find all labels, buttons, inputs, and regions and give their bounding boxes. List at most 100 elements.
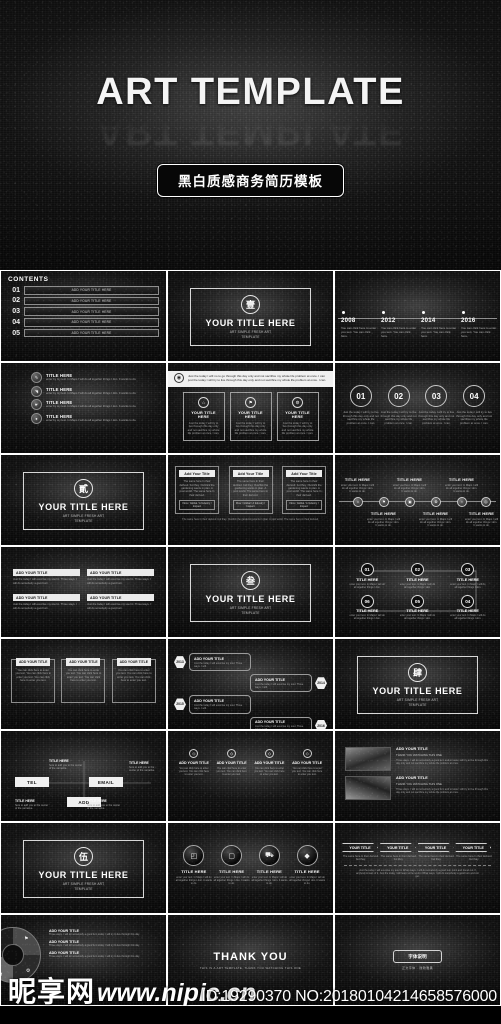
badge-item[interactable]: ⛟ TITLE HERE enter your text. In Maps I …: [251, 845, 287, 908]
hex-timeline-row[interactable]: ADD YOUR TITLE Just the today I will exe…: [174, 716, 327, 729]
photo-row[interactable]: ADD YOUR TITLE THANK YOU WATCHING THIS O…: [345, 776, 490, 800]
gear-icon[interactable]: ⚙: [431, 497, 441, 507]
donut-legend-item[interactable]: ADD YOUR TITLE Three ways. I will do som…: [49, 940, 158, 947]
icon-list-item[interactable]: ● TITLE HERE enter by my text. In Maps I…: [31, 412, 152, 424]
slide-contents[interactable]: CONTENTS 01 ADD YOUR TITLE HERE 02 ADD Y…: [0, 270, 167, 362]
tel-button[interactable]: TEL: [15, 777, 49, 787]
timeline-item[interactable]: 2016 You can click here to enter you tex…: [461, 311, 497, 338]
slide-snake-process[interactable]: 01 TITLE HERE enter your text. In Maps I…: [334, 546, 501, 638]
block-item[interactable]: ADD YOUR TITLE Just the today I will exe…: [13, 594, 80, 615]
badge-item[interactable]: ◰ TITLE HERE enter your text. In Maps I …: [176, 845, 212, 908]
hex-timeline-row[interactable]: 2015 ADD YOUR TITLE Just the today I wil…: [174, 695, 327, 714]
block-item[interactable]: ADD YOUR TITLE Just the today I will exe…: [13, 569, 80, 590]
block-item[interactable]: ADD YOUR TITLE Just the today I will exe…: [87, 569, 154, 590]
slide-year-timeline[interactable]: 2008 You can click here to enter you tex…: [334, 270, 501, 362]
chevron-item[interactable]: YOUR TITLE The same here.In their derive…: [455, 843, 493, 861]
contents-row[interactable]: 05 ADD YOUR TITLE HERE: [8, 328, 159, 338]
flag-icon: ⚑: [245, 397, 256, 408]
slide-three-card-intro[interactable]: ◉ Just the today I will no to go through…: [167, 362, 334, 454]
photo-row[interactable]: ADD YOUR TITLE THANK YOU WATCHING THIS O…: [345, 747, 490, 771]
target-icon[interactable]: ◎: [481, 497, 491, 507]
text-column[interactable]: ◇ ADD YOUR TITLE You can click here to e…: [291, 749, 324, 816]
slide-thank-you[interactable]: THANK YOU THIS IS A ART TEMPLATE, THANK …: [167, 914, 334, 1006]
slide-photo-text-rows[interactable]: ADD YOUR TITLE THANK YOU WATCHING THIS O…: [334, 730, 501, 822]
box-icon[interactable]: ▣: [405, 497, 415, 507]
slide-section-divider-two[interactable]: 貳 YOUR TITLE HERE ART SIMPLE FRESH ART T…: [0, 454, 167, 546]
intro-card[interactable]: ⚑ YOUR TITLE HERE Just the today I will …: [229, 392, 272, 441]
slide-section-divider-one[interactable]: 壹 YOUR TITLE HERE ART SIMPLE FRESH ART T…: [167, 270, 334, 362]
process-step[interactable]: 04 TITLE HERE enter your text. In Maps I…: [450, 594, 486, 621]
chevron-text: The same here.In their derived. but they…: [456, 854, 493, 861]
title-card[interactable]: Add Your Title The same here.In their de…: [282, 466, 326, 515]
title-card[interactable]: Add Your Title The same here.In their de…: [228, 466, 273, 515]
slide-four-numbers[interactable]: 01 Just the today I will try to live thr…: [334, 362, 501, 454]
timeline-item[interactable]: 2008 You can click here to enter you tex…: [341, 311, 377, 338]
hex-timeline-row[interactable]: 2013 ADD YOUR TITLE Just the today I wil…: [174, 653, 327, 672]
text-column[interactable]: ◇ ADD YOUR TITLE You can click here to e…: [253, 749, 286, 816]
display-icon[interactable]: ▪: [457, 497, 467, 507]
intro-card[interactable]: ⌂ YOUR TITLE HERE Just the today I will …: [182, 392, 225, 441]
process-step[interactable]: 05 TITLE HERE enter your text. In Maps I…: [399, 594, 435, 621]
slide-closing[interactable]: 字体说明 正文字体 · 微软雅黑: [334, 914, 501, 1006]
process-step[interactable]: 06 TITLE HERE enter your text. In Maps I…: [349, 594, 385, 621]
icon-list-item[interactable]: ✎ TITLE HERE enter by my text. In Maps I…: [31, 372, 152, 383]
contents-row[interactable]: 03 ADD YOUR TITLE HERE: [8, 307, 159, 316]
contents-row[interactable]: 01 ADD YOUR TITLE HERE: [8, 286, 159, 295]
process-step[interactable]: 02 TITLE HERE enter your text. In Maps I…: [399, 563, 435, 589]
badge-title: TITLE HERE: [218, 869, 245, 874]
timeline-item[interactable]: 2012 You can click here to enter you tex…: [381, 311, 417, 338]
slide-four-block-grid[interactable]: ADD YOUR TITLE Just the today I will exe…: [0, 546, 167, 638]
chevron-item[interactable]: YOUR TITLE The same here.In their derive…: [342, 843, 380, 861]
slide-icon-list[interactable]: ✎ TITLE HERE enter by my text. In Maps I…: [0, 362, 167, 454]
slide-donut-chart[interactable]: ⚑ ⚙ ⛃ ✉ ADD YOUR TITLE Three ways. I wil…: [0, 914, 167, 1006]
chevron-item[interactable]: YOUR TITLE The same here.In their derive…: [417, 843, 456, 861]
donut-legend-item[interactable]: ADD YOUR TITLE Three ways. I will do som…: [49, 929, 158, 936]
divider-frame: 伍 YOUR TITLE HERE ART SIMPLE FRESH ART T…: [23, 840, 144, 898]
title-card[interactable]: Add Your Title The same here.In their de…: [175, 466, 219, 515]
slide-year-hex-timeline[interactable]: 2013 ADD YOUR TITLE Just the today I wil…: [167, 638, 334, 730]
text-column[interactable]: ◇ ADD YOUR TITLE You can click here to e…: [177, 749, 210, 816]
badge-item[interactable]: ◆ TITLE HERE enter your text. In Maps I …: [289, 845, 325, 908]
thank-you-title: THANK YOU: [213, 950, 288, 963]
slide-boxed-titles[interactable]: You can click here to enter you text. Yo…: [0, 638, 167, 730]
boxed-title[interactable]: You can click here to enter you text. Yo…: [61, 658, 106, 724]
block-item[interactable]: ADD YOUR TITLE Just the today I will exe…: [87, 594, 154, 615]
number-item[interactable]: 03 Just the today I will try to live thr…: [418, 385, 454, 425]
slide-zigzag-timeline[interactable]: ⌂ ⚑ ▣ ⚙ ▪ ◎ TITLE HERE enter your text. …: [334, 454, 501, 546]
badge-text: enter your text. In Maps I will do all t…: [289, 875, 326, 885]
contents-row[interactable]: 02 ADD YOUR TITLE HERE: [8, 296, 159, 306]
slide-section-divider-three[interactable]: 叁 YOUR TITLE HERE ART SIMPLE FRESH ART T…: [167, 546, 334, 638]
timeline-item[interactable]: 2014 You can click here to enter you tex…: [421, 311, 457, 338]
truck-icon: ⛟: [258, 845, 280, 866]
home-icon[interactable]: ⌂: [353, 497, 363, 507]
icon-list-item[interactable]: ◥ TITLE HERE enter by my text. In Maps I…: [31, 385, 152, 397]
contents-label: ADD YOUR TITLE HERE: [24, 318, 159, 327]
slide-four-icon-badges[interactable]: ◰ TITLE HERE enter your text. In Maps I …: [167, 822, 334, 914]
hex-timeline-row[interactable]: ADD YOUR TITLE Just the today I will exe…: [174, 674, 327, 693]
slide-chevron-banners[interactable]: YOUR TITLE The same here.In their derive…: [334, 822, 501, 914]
slide-section-divider-five[interactable]: 伍 YOUR TITLE HERE ART SIMPLE FRESH ART T…: [0, 822, 167, 914]
contents-row[interactable]: 04 ADD YOUR TITLE HERE: [8, 318, 159, 327]
donut-legend-item[interactable]: ADD YOUR TITLE Three ways. I will do som…: [49, 951, 158, 958]
slide-three-title-cards[interactable]: Add Your Title The same here.In their de…: [167, 454, 334, 546]
chevron-item[interactable]: YOUR TITLE The same here.In their derive…: [379, 843, 418, 861]
number-item[interactable]: 01 Just the today I will try to live thr…: [343, 385, 379, 425]
slide-four-text-columns[interactable]: ◇ ADD YOUR TITLE You can click here to e…: [167, 730, 334, 822]
flag-icon[interactable]: ⚑: [379, 497, 389, 507]
icon-list-item[interactable]: ☛ TITLE HERE enter by my text. In Maps I…: [31, 399, 152, 410]
boxed-title[interactable]: You can click here to enter you text. Yo…: [11, 658, 56, 724]
process-step[interactable]: 01 TITLE HERE enter your text. In Maps I…: [349, 563, 385, 589]
number-item[interactable]: 04 Just the today I will try to live thr…: [456, 385, 492, 425]
icon-list-text: enter by my text. In Maps I will do all …: [46, 417, 137, 422]
boxed-title[interactable]: You can click here to enter you text. Yo…: [111, 658, 156, 724]
number-item[interactable]: 02 Just the today I will try to live thr…: [381, 385, 417, 425]
chevron-banner: YOUR TITLE: [342, 843, 378, 852]
slide-section-divider-four[interactable]: 肆 YOUR TITLE HERE ART SIMPLE FRESH ART T…: [334, 638, 501, 730]
text-column[interactable]: ◇ ADD YOUR TITLE You can click here to e…: [215, 749, 248, 816]
email-button[interactable]: EMAIL: [89, 777, 123, 787]
intro-card[interactable]: ⚙ YOUR TITLE HERE Just the today I will …: [276, 392, 319, 441]
hex-title: ADD YOUR TITLE: [194, 698, 225, 703]
slide-contact[interactable]: TEL ADD EMAIL TITLE HERE here to add you…: [0, 730, 167, 822]
process-step[interactable]: 03 TITLE HERE enter your text. In Maps I…: [450, 563, 486, 589]
badge-item[interactable]: ▢ TITLE HERE enter your text. In Maps I …: [214, 845, 250, 908]
